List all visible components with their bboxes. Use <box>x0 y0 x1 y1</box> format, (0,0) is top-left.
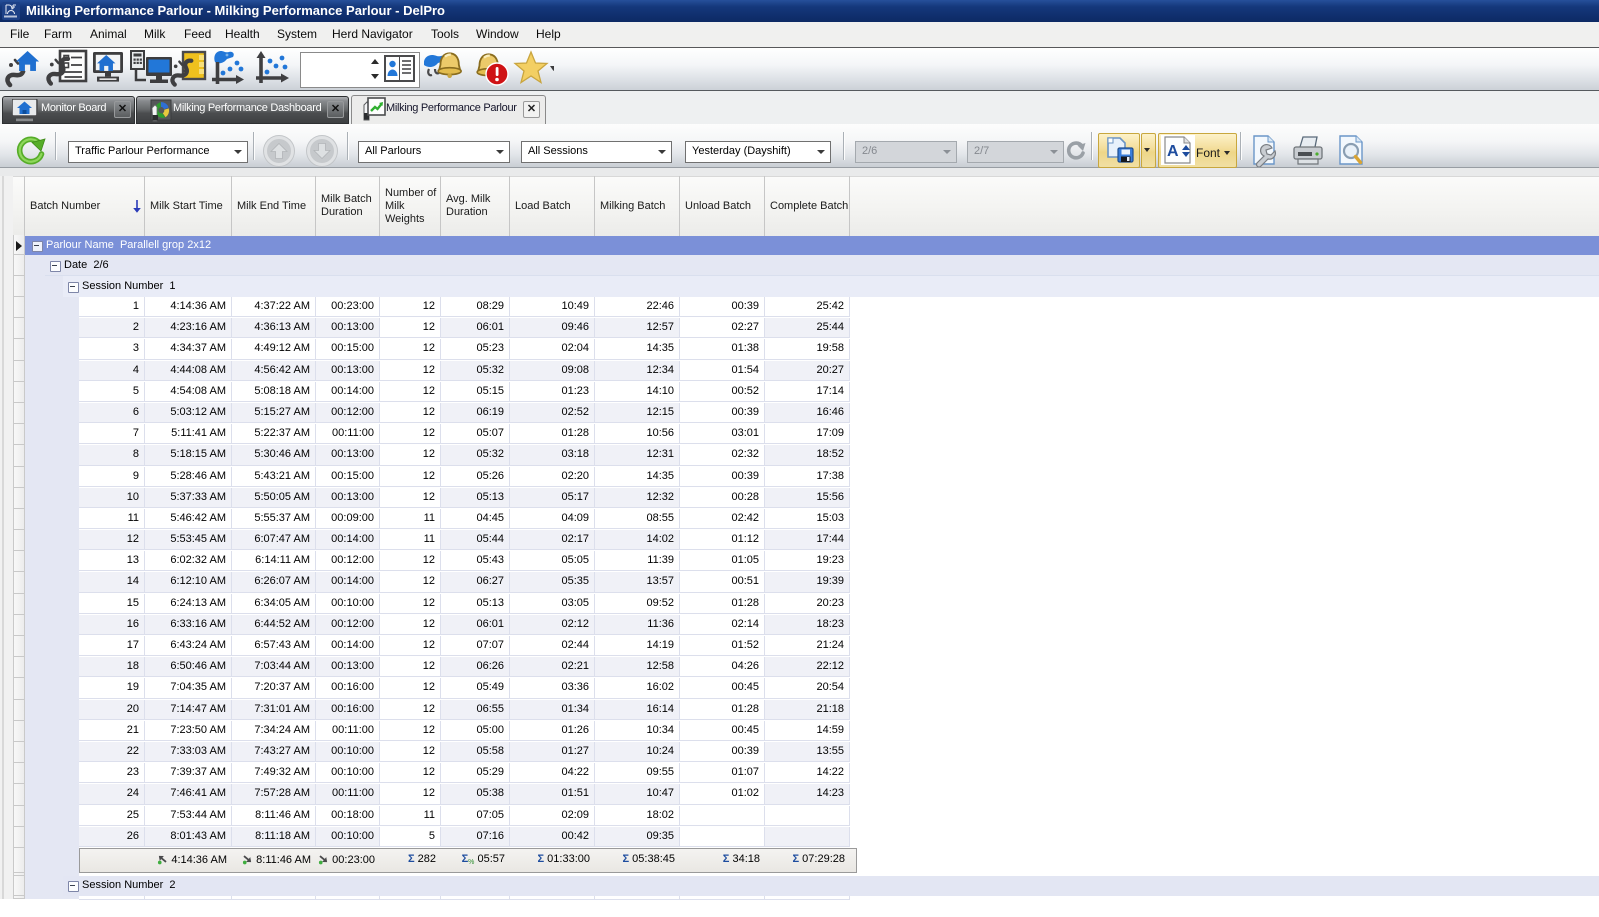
svg-text:A: A <box>1167 143 1179 160</box>
